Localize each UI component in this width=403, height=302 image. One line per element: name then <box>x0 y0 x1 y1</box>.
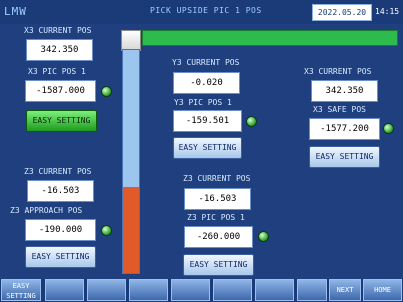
fkey-2[interactable] <box>45 279 84 301</box>
easy-setting-button-x3[interactable]: EASY SETTING <box>26 110 97 132</box>
vertical-bar-cap <box>121 30 141 51</box>
z3-current-value-mid: -16.503 <box>184 188 251 210</box>
z3-pic-status-lamp-icon <box>258 231 269 242</box>
x3-current-label-right: X3 CURRENT POS <box>304 67 372 76</box>
z3-approach-status-lamp-icon <box>101 225 112 236</box>
z3-pic-value-field[interactable]: -260.000 <box>184 226 253 248</box>
z-position-bar-lower <box>123 187 139 273</box>
x3-current-value-left: 342.350 <box>26 39 93 61</box>
y3-current-value: -0.020 <box>173 72 240 94</box>
y3-pic-label: Y3 PIC POS 1 <box>174 98 232 107</box>
x3-safe-status-lamp-icon <box>383 123 394 134</box>
z3-current-value-left: -16.503 <box>27 180 94 202</box>
date-display: 2022.05.20 <box>312 4 372 21</box>
x3-safe-label: X3 SAFE POS <box>313 105 366 114</box>
easy-setting-button-x3-safe[interactable]: EASY SETTING <box>309 146 380 168</box>
fkey-easy-line1: EASY <box>12 282 30 290</box>
fkey-8[interactable] <box>297 279 327 301</box>
easy-setting-button-y3[interactable]: EASY SETTING <box>173 137 242 159</box>
top-bar: LMW PICK UPSIDE PIC 1 POS 2022.05.20 14:… <box>0 0 403 24</box>
x3-current-value-right: 342.350 <box>311 80 378 102</box>
x3-pic-status-lamp-icon <box>101 86 112 97</box>
y3-pic-status-lamp-icon <box>246 116 257 127</box>
z3-pic-label: Z3 PIC POS 1 <box>187 213 245 222</box>
z3-current-label-left: Z3 CURRENT POS <box>24 167 92 176</box>
horizontal-position-bar <box>142 30 398 46</box>
x3-current-label-left: X3 CURRENT POS <box>24 26 92 35</box>
z3-approach-label: Z3 APPROACH POS <box>10 206 83 215</box>
fkey-easy-line2: SETTING <box>6 292 36 300</box>
logo: LMW <box>4 5 27 18</box>
z3-approach-value-field[interactable]: -190.000 <box>25 219 96 241</box>
time-display: 14:15 <box>375 7 400 16</box>
home-button[interactable]: HOME <box>363 279 402 301</box>
easy-setting-button-z3-approach[interactable]: EASY SETTING <box>25 246 96 268</box>
fkey-7[interactable] <box>255 279 294 301</box>
x3-pic-value-field[interactable]: -1587.000 <box>25 80 96 102</box>
z-position-bar <box>122 49 140 274</box>
y3-pic-value-field[interactable]: -159.501 <box>173 110 242 132</box>
easy-setting-button-z3-pic[interactable]: EASY SETTING <box>183 254 254 276</box>
x3-pic-label: X3 PIC POS 1 <box>28 67 86 76</box>
hmi-screen: LMW PICK UPSIDE PIC 1 POS 2022.05.20 14:… <box>0 0 403 302</box>
fkey-5[interactable] <box>171 279 210 301</box>
page-title: PICK UPSIDE PIC 1 POS <box>150 6 262 15</box>
fkey-easy-setting[interactable]: EASY SETTING <box>1 279 41 301</box>
y3-current-label: Y3 CURRENT POS <box>172 58 240 67</box>
next-button[interactable]: NEXT <box>329 279 361 301</box>
z-position-bar-upper <box>123 50 139 187</box>
x3-safe-value-field[interactable]: -1577.200 <box>309 118 380 140</box>
z3-current-label-mid: Z3 CURRENT POS <box>183 174 251 183</box>
fkey-4[interactable] <box>129 279 168 301</box>
fkey-3[interactable] <box>87 279 126 301</box>
fkey-6[interactable] <box>213 279 252 301</box>
